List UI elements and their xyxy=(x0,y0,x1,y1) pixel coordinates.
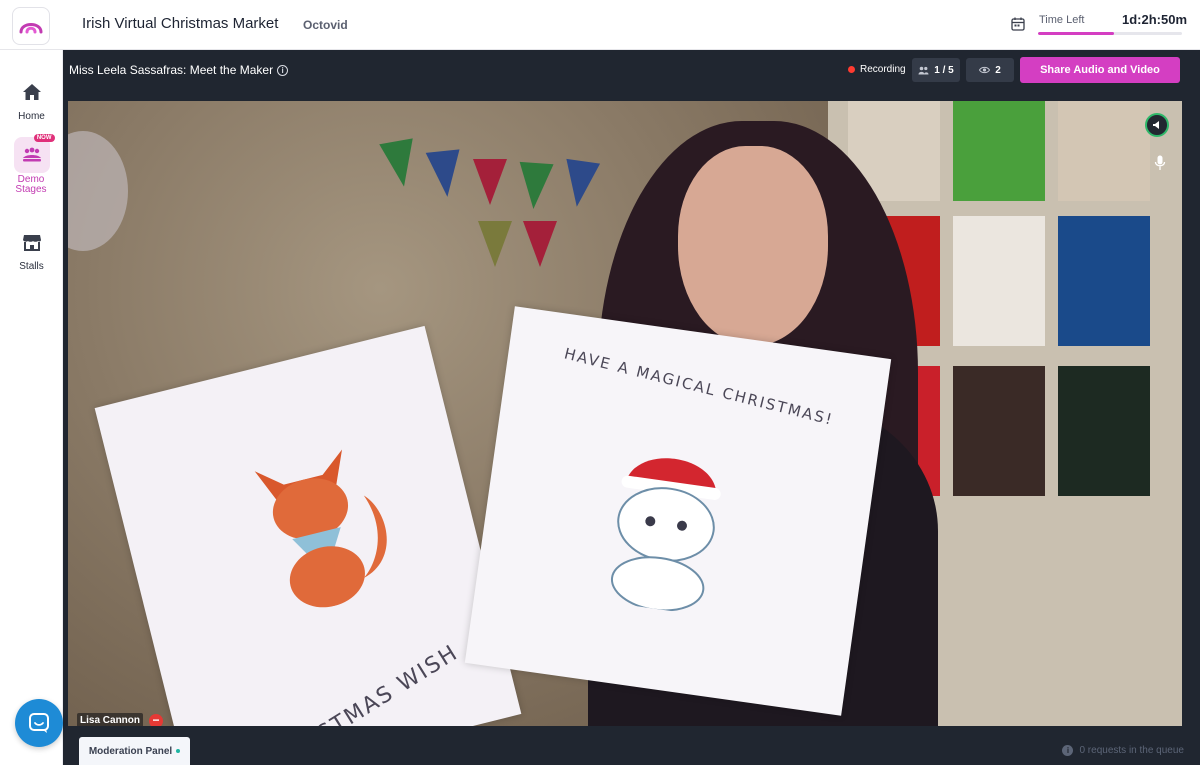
volume-toggle[interactable] xyxy=(1145,113,1169,137)
microphone-icon xyxy=(1154,155,1166,170)
christmas-card-unicorn: HAVE A MAGICAL CHRISTMAS! xyxy=(464,306,892,716)
sidebar-item-home[interactable]: Home xyxy=(0,74,63,122)
logo-icon xyxy=(19,23,43,34)
recording-indicator: Recording xyxy=(848,64,906,75)
viewers-count-chip[interactable]: 2 xyxy=(966,58,1014,82)
shelf-cube xyxy=(1058,366,1150,496)
unicorn-illustration-icon xyxy=(610,458,721,612)
card-right-text: HAVE A MAGICAL CHRISTMAS! xyxy=(562,344,836,429)
bunting-flag xyxy=(473,159,507,205)
home-icon xyxy=(22,84,41,100)
info-icon: i xyxy=(1062,745,1074,756)
time-left-progress-fill xyxy=(1038,32,1115,35)
recording-dot-icon xyxy=(848,66,855,73)
card-left-text: CHRISTMAS WISH xyxy=(260,640,464,726)
app-logo[interactable] xyxy=(12,7,50,45)
shelf-cube xyxy=(1058,216,1150,346)
stage-title-text: Miss Leela Sassafras: Meet the Maker xyxy=(69,63,274,77)
bunting-flag xyxy=(523,221,557,267)
shelf-cube xyxy=(953,366,1045,496)
video-feed[interactable]: CHRISTMAS WISH HAVE A MAGICAL CHRISTMAS! xyxy=(68,101,1182,726)
eye-icon xyxy=(979,66,991,74)
calendar-icon[interactable] xyxy=(1011,17,1025,31)
bottom-bar: Moderation Panel i 0 requests in the que… xyxy=(63,726,1200,765)
stage-icon xyxy=(22,147,41,162)
event-title: Irish Virtual Christmas Market xyxy=(82,15,279,32)
home-icon-wrap xyxy=(14,74,50,110)
sidebar-item-label: Demo Stages xyxy=(15,174,47,195)
stage-title: Miss Leela Sassafras: Meet the Maker i xyxy=(69,63,289,77)
share-audio-video-button[interactable]: Share Audio and Video xyxy=(1020,57,1180,83)
chat-launcher-button[interactable] xyxy=(15,699,63,747)
status-dot-icon xyxy=(176,749,181,753)
sidebar-item-stalls[interactable]: Stalls xyxy=(0,224,63,272)
sidebar-item-label: Stalls xyxy=(19,261,44,272)
chat-icon xyxy=(29,713,49,733)
time-left-label: Time Left xyxy=(1039,14,1085,26)
viewers-count: 2 xyxy=(995,64,1001,76)
organizer-name[interactable]: Octovid xyxy=(303,18,348,32)
time-left-value: 1d:2h:50m xyxy=(1122,12,1188,27)
presenter-face xyxy=(678,146,828,346)
bunting-flag xyxy=(516,161,554,211)
sidebar-item-demo-stages[interactable]: NOW Demo Stages xyxy=(0,134,63,195)
stage-icon-wrap: NOW xyxy=(13,134,55,173)
sidebar-item-label: Home xyxy=(18,111,45,122)
recording-label: Recording xyxy=(860,64,906,75)
speakers-count: 1 / 5 xyxy=(934,64,954,76)
top-header: Irish Virtual Christmas Market Octovid T… xyxy=(0,0,1200,50)
people-icon xyxy=(918,66,929,74)
shelf-cube xyxy=(1058,101,1150,201)
speakers-count-chip[interactable]: 1 / 5 xyxy=(912,58,960,82)
bunting-flag xyxy=(478,221,512,267)
microphone-toggle[interactable] xyxy=(1154,155,1166,176)
bunting-flag xyxy=(425,149,465,199)
shelf-cube xyxy=(953,216,1045,346)
participant-name: Lisa Cannon xyxy=(77,713,144,726)
stage-area: Miss Leela Sassafras: Meet the Maker i R… xyxy=(63,50,1200,765)
participant-name-tag: Lisa Cannon − xyxy=(77,713,164,726)
left-sidebar: Home NOW Demo Stages Stalls xyxy=(0,50,63,765)
now-badge: NOW xyxy=(33,134,55,142)
shelf-cube xyxy=(953,101,1045,201)
moderation-panel-label: Moderation Panel xyxy=(88,745,173,757)
speaker-icon xyxy=(1153,121,1159,129)
moderation-panel-tab[interactable]: Moderation Panel xyxy=(79,737,190,765)
time-left-progress-bar xyxy=(1038,32,1182,35)
request-queue-status: i 0 requests in the queue xyxy=(1062,745,1184,756)
queue-text: 0 requests in the queue xyxy=(1079,745,1184,756)
info-icon[interactable]: i xyxy=(277,64,289,76)
store-icon xyxy=(22,235,41,251)
remove-participant-button[interactable]: − xyxy=(149,713,164,726)
fox-illustration-icon xyxy=(254,449,387,608)
store-icon-wrap xyxy=(14,224,50,260)
